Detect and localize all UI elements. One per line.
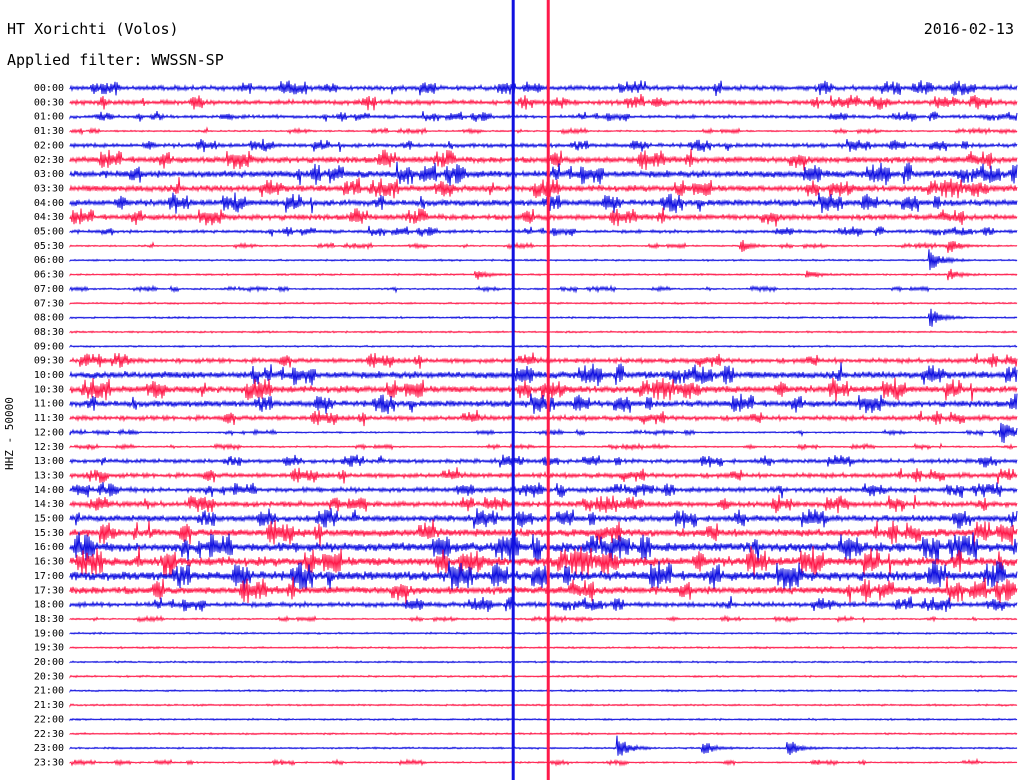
- trace-line: [69, 482, 1018, 499]
- time-tick-label: 19:00: [34, 628, 64, 639]
- trace-line: [69, 249, 1018, 271]
- trace-line: [69, 494, 1018, 514]
- trace-line: [69, 177, 1018, 199]
- time-tick-label: 07:00: [34, 284, 64, 295]
- time-tick-label: 03:30: [34, 183, 64, 194]
- seismogram-page: HT Xorichti (Volos) 2016-02-13 Applied f…: [0, 0, 1024, 780]
- time-tick-label: 02:30: [34, 155, 64, 166]
- trace-line: [69, 362, 1018, 387]
- trace-line: [69, 138, 1018, 153]
- trace-line: [69, 94, 1018, 111]
- time-tick-label: 22:30: [34, 729, 64, 740]
- trace-line: [69, 467, 1018, 484]
- time-tick-label: 17:30: [34, 585, 64, 596]
- time-tick-label: 15:00: [34, 514, 64, 525]
- time-tick-label: 07:30: [34, 298, 64, 309]
- time-tick-label: 14:30: [34, 499, 64, 510]
- trace-line: [69, 422, 1018, 444]
- time-tick-label: 21:30: [34, 700, 64, 711]
- time-tick-label: 05:30: [34, 241, 64, 252]
- time-tick-label: 01:30: [34, 126, 64, 137]
- trace-line: [69, 308, 1018, 327]
- helicorder-plot: 00:00 00:30 01:00 01:30 02:00 02:30 03:00 03:30…: [34, 0, 1018, 780]
- trace-line: [69, 126, 1018, 136]
- trace-line: [69, 148, 1018, 171]
- trace-line: [69, 268, 1018, 281]
- time-tick-label: 18:30: [34, 614, 64, 625]
- time-tick-label: 11:30: [34, 413, 64, 424]
- trace-line: [69, 207, 1018, 227]
- trace-line: [69, 660, 1018, 664]
- trace-line: [69, 301, 1018, 306]
- trace-line: [69, 757, 1018, 767]
- time-tick-label: 20:30: [34, 671, 64, 682]
- trace-line: [69, 111, 1018, 122]
- trace-line: [69, 393, 1018, 415]
- trace-line: [69, 352, 1018, 369]
- time-tick-label: 08:30: [34, 327, 64, 338]
- trace-line: [69, 409, 1018, 427]
- time-tick-label: 06:30: [34, 270, 64, 281]
- trace-line: [69, 284, 1018, 294]
- trace-line: [69, 688, 1018, 694]
- time-tick-label: 06:00: [34, 255, 64, 266]
- trace-line: [69, 735, 1018, 756]
- time-tick-label: 00:30: [34, 97, 64, 108]
- trace-line: [69, 344, 1018, 349]
- trace-line: [69, 614, 1018, 624]
- time-tick-label: 01:00: [34, 112, 64, 123]
- trace-line: [69, 731, 1018, 736]
- time-tick-label: 12:00: [34, 427, 64, 438]
- time-tick-label: 23:00: [34, 743, 64, 754]
- time-tick-label: 08:00: [34, 313, 64, 324]
- time-tick-label: 16:30: [34, 557, 64, 568]
- time-tick-label: 00:00: [34, 83, 64, 94]
- time-tick-label: 14:00: [34, 485, 64, 496]
- time-tick-label: 19:30: [34, 643, 64, 654]
- time-tick-label: 13:00: [34, 456, 64, 467]
- time-tick-label: 09:00: [34, 341, 64, 352]
- trace-line: [69, 225, 1018, 237]
- trace-line: [69, 674, 1018, 679]
- trace-line: [69, 703, 1018, 708]
- time-tick-label: 04:00: [34, 198, 64, 209]
- time-tick-label: 09:30: [34, 356, 64, 367]
- time-tick-label: 12:30: [34, 442, 64, 453]
- time-tick-label: 16:00: [34, 542, 64, 553]
- trace-line: [69, 80, 1018, 96]
- time-tick-label: 18:00: [34, 600, 64, 611]
- trace-line: [69, 454, 1018, 468]
- time-tick-label: 04:30: [34, 212, 64, 223]
- trace-line: [69, 330, 1018, 334]
- trace-line: [69, 192, 1018, 214]
- time-tick-label: 20:00: [34, 657, 64, 668]
- time-tick-label: 05:00: [34, 227, 64, 238]
- time-tick-label: 02:00: [34, 140, 64, 151]
- time-tick-label: 03:00: [34, 169, 64, 180]
- trace-line: [69, 631, 1018, 636]
- time-tick-label: 21:00: [34, 686, 64, 697]
- trace-line: [69, 645, 1018, 650]
- time-tick-label: 23:30: [34, 757, 64, 768]
- time-tick-label: 10:30: [34, 384, 64, 395]
- time-tick-label: 17:00: [34, 571, 64, 582]
- trace-line: [69, 596, 1018, 613]
- time-tick-label: 10:00: [34, 370, 64, 381]
- time-tick-label: 13:30: [34, 470, 64, 481]
- trace-line: [69, 442, 1018, 452]
- time-tick-label: 22:00: [34, 714, 64, 725]
- trace-line: [69, 240, 1018, 253]
- trace-line: [69, 717, 1018, 722]
- time-tick-label: 11:00: [34, 399, 64, 410]
- time-tick-label: 15:30: [34, 528, 64, 539]
